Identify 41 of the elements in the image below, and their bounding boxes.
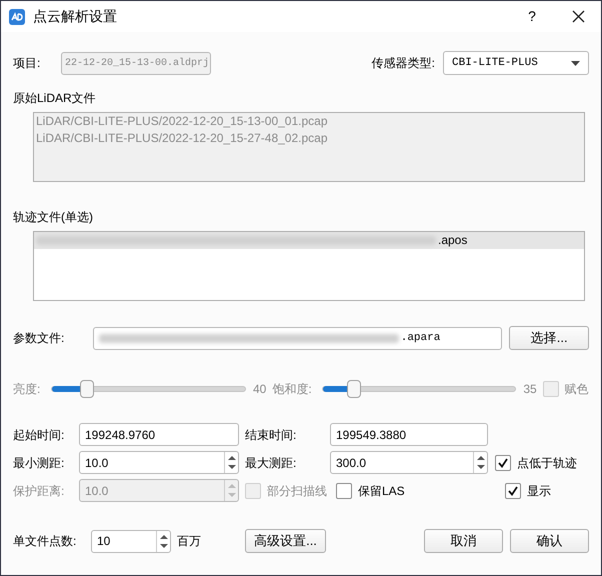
file-list-item[interactable]: .apos [34,232,584,249]
checkbox-label: 保留LAS [358,482,405,500]
section-label: 轨迹文件(单选) [13,209,94,226]
field-label: 传感器类型: [372,55,435,72]
checkbox[interactable] [336,482,352,498]
checkbox[interactable] [495,454,511,470]
window-title: 点云解析设置 [33,7,117,26]
checkbox-label: 点低于轨迹 [517,454,577,472]
field-label: 最大测距: [244,454,298,472]
min-range-spinbox[interactable]: 10.0 [79,451,239,474]
confirm-button[interactable]: 确认 [510,529,589,553]
checkbox-label: 赋色 [564,381,589,398]
field-label: 最小测距: [13,454,66,472]
field-label: 参数文件: [13,330,66,347]
cancel-button[interactable]: 取消 [424,529,503,553]
sensor-type-dropdown[interactable]: CBI-LITE-PLUS [443,51,589,75]
checkbox-label: 显示 [527,482,551,500]
help-button[interactable]: ? [509,5,555,28]
app-logo-icon [9,8,25,24]
end-time-field[interactable]: 199549.3880 [330,423,488,446]
checkbox[interactable] [505,482,521,498]
slider-value: 35 [523,381,537,398]
param-file-field[interactable]: .apara [92,326,502,350]
close-icon[interactable] [572,10,584,23]
section-label: 原始LiDAR文件 [13,90,97,107]
caret-icon [571,60,580,66]
slider-label: 饱和度: [272,381,313,398]
slider-label: 亮度: [13,381,42,398]
field-label: 单文件点数: [13,533,78,550]
points-per-file-spinbox[interactable]: 10 [91,530,171,552]
checkbox-label: 部分扫描线 [267,482,327,500]
unit-label: 百万 [177,533,201,550]
field-label: 起始时间: [13,426,66,444]
field-label: 保护距离: [13,482,66,500]
start-time-field[interactable]: 199248.9760 [79,423,239,446]
field-label: 结束时间: [244,426,298,444]
choose-button[interactable]: 选择... [509,326,589,350]
slider-value: 40 [253,381,266,398]
field-label: 项目: [13,55,42,72]
max-range-spinbox[interactable]: 300.0 [330,451,488,474]
advanced-settings-button[interactable]: 高级设置... [245,529,326,553]
